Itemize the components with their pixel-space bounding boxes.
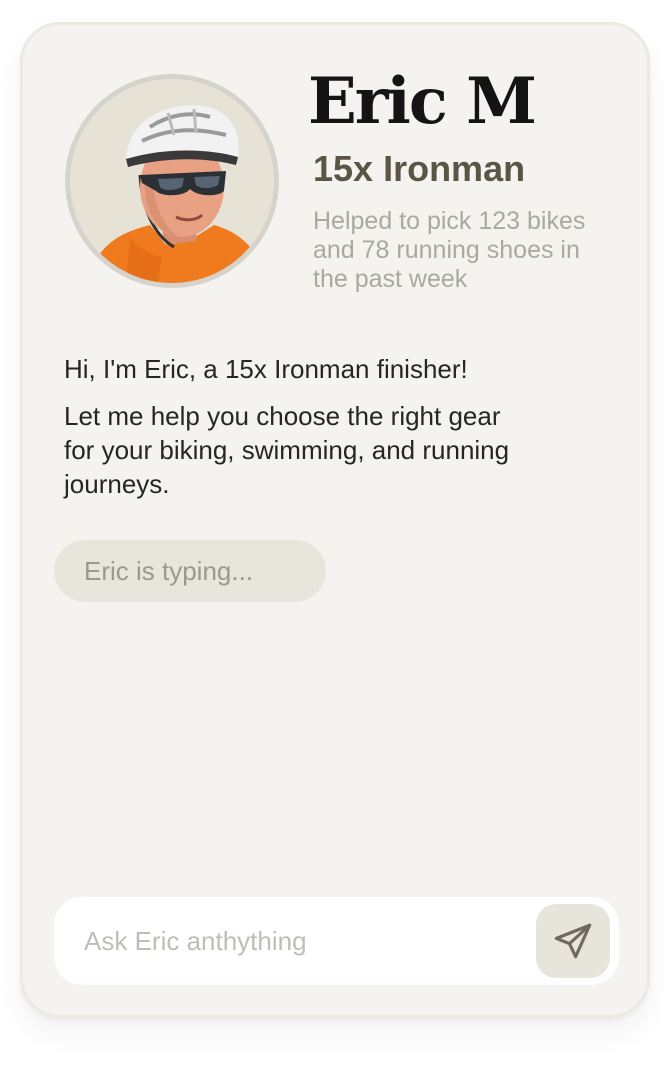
- profile-stats-line: the past week: [313, 265, 468, 293]
- typing-indicator: Eric is typing...: [54, 540, 326, 602]
- profile-stats-line: and 78 running shoes in: [313, 236, 580, 264]
- profile-stats: Helped to pick 123 bikes and 78 running …: [313, 207, 623, 294]
- chat-message: Let me help you choose the right gear fo…: [64, 399, 604, 501]
- profile-stats-line: Helped to pick 123 bikes: [313, 207, 586, 235]
- message-composer: [54, 897, 619, 985]
- person-photo-icon: [70, 79, 274, 283]
- send-button[interactable]: [536, 904, 610, 978]
- profile-subtitle: 15x Ironman: [313, 148, 526, 189]
- chat-message-line: Hi, I'm Eric, a 15x Ironman finisher!: [64, 354, 468, 384]
- avatar: [65, 74, 279, 288]
- profile-name: Eric M: [308, 64, 537, 139]
- chat-message-line: for your biking, swimming, and running: [64, 435, 510, 465]
- chat-message-line: Let me help you choose the right gear: [64, 401, 501, 431]
- message-input[interactable]: [84, 897, 524, 985]
- chat-card: Eric M 15x Ironman Helped to pick 123 bi…: [20, 22, 650, 1018]
- paper-plane-icon: [554, 923, 592, 959]
- chat-message-line: journeys.: [64, 469, 170, 499]
- chat-message: Hi, I'm Eric, a 15x Ironman finisher!: [64, 352, 604, 386]
